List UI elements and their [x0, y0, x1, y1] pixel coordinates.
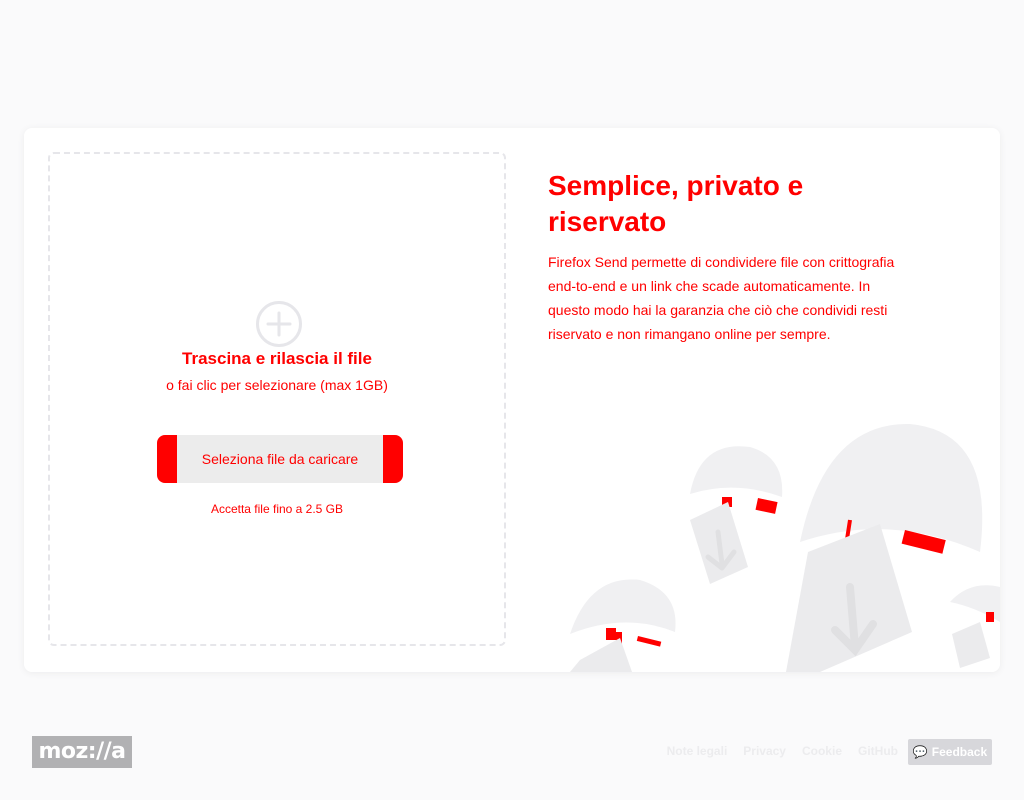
feedback-label: Feedback: [931, 745, 988, 759]
size-limit-note: Accetta file fino a 2.5 GB: [210, 502, 344, 516]
footer-link-legal[interactable]: Note legali: [667, 744, 728, 758]
footer-links: Note legali Privacy Cookie GitHub: [667, 744, 898, 758]
select-file-button[interactable]: Seleziona file da caricare: [157, 435, 403, 483]
footer-link-github[interactable]: GitHub: [858, 744, 898, 758]
chat-bubble-icon: 💬: [912, 745, 928, 759]
intro-title: Semplice, privato e riservato: [548, 170, 804, 237]
parachute-illustration: [570, 423, 1000, 672]
drop-subtitle: o fai clic per selezionare (max 1GB): [166, 377, 388, 393]
select-file-label: Seleziona file da caricare: [177, 435, 383, 483]
feedback-button[interactable]: 💬 Feedback: [908, 739, 992, 765]
parachute-small-left: [570, 579, 676, 672]
main-card: Trascina e rilascia il file o fai clic p…: [24, 128, 1000, 672]
page: Trascina e rilascia il file o fai clic p…: [0, 0, 1024, 800]
mozilla-logo[interactable]: moz://a: [32, 736, 132, 768]
parachute-small-right: [950, 585, 1000, 668]
intro-panel: Semplice, privato e riservato Firefox Se…: [548, 168, 908, 346]
footer: moz://a Note legali Privacy Cookie GitHu…: [0, 720, 1024, 800]
footer-link-cookies[interactable]: Cookie: [802, 744, 842, 758]
add-file-icon[interactable]: [256, 301, 302, 347]
intro-description: Firefox Send permette di condividere fil…: [548, 254, 895, 342]
footer-link-privacy[interactable]: Privacy: [743, 744, 786, 758]
upload-dropzone[interactable]: Trascina e rilascia il file o fai clic p…: [48, 152, 506, 646]
parachute-medium: [690, 446, 783, 584]
drop-title: Trascina e rilascia il file: [182, 349, 372, 368]
